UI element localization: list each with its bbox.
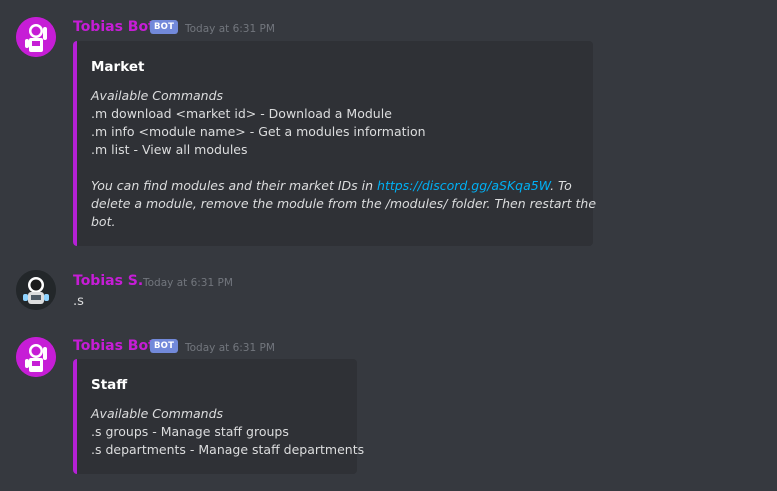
message-content: .s [73, 294, 84, 309]
robot-avatar-icon [16, 17, 56, 57]
user-avatar[interactable] [16, 337, 56, 377]
embed-staff: Staff Available Commands .s groups - Man… [73, 359, 364, 474]
embed-market: Market Available Commands .m download <m… [73, 41, 597, 246]
embed-line: .m download <market id> - Download a Mod… [91, 106, 392, 121]
embed-line: Available Commands [91, 88, 224, 103]
embed-footer-text: . To [550, 178, 572, 193]
robot-avatar-icon [16, 337, 56, 377]
bot-tag-badge: BOT [150, 339, 179, 353]
username[interactable]: Tobias Bot [73, 338, 155, 354]
bot-tag-badge: BOT [150, 20, 179, 34]
invite-link[interactable]: https://discord.gg/aSKqa5W [377, 178, 550, 193]
username[interactable]: Tobias Bot [73, 19, 155, 35]
user-avatar[interactable] [16, 270, 56, 310]
message-timestamp: Today at 6:31 PM [185, 342, 275, 354]
embed-footer-line: delete a module, remove the module from … [91, 196, 597, 211]
username[interactable]: Tobias S. [73, 273, 143, 289]
astronaut-avatar-icon [16, 270, 56, 310]
embed-footer-text: You can find modules and their market ID… [91, 178, 378, 193]
message-timestamp: Today at 6:31 PM [143, 277, 233, 289]
message-timestamp: Today at 6:31 PM [185, 23, 275, 35]
embed-line: .s departments - Manage staff department… [91, 442, 365, 457]
embed-line: .m info <module name> - Get a modules in… [91, 124, 426, 139]
embed-footer-line: You can find modules and their market ID… [91, 177, 572, 195]
embed-line: .m list - View all modules [91, 142, 248, 157]
user-avatar[interactable] [16, 17, 56, 57]
embed-title: Staff [91, 377, 128, 393]
embed-line: Available Commands [91, 406, 224, 421]
embed-line: .s groups - Manage staff groups [91, 424, 289, 439]
embed-footer-line: bot. [91, 214, 116, 229]
embed-title: Market [91, 59, 145, 75]
